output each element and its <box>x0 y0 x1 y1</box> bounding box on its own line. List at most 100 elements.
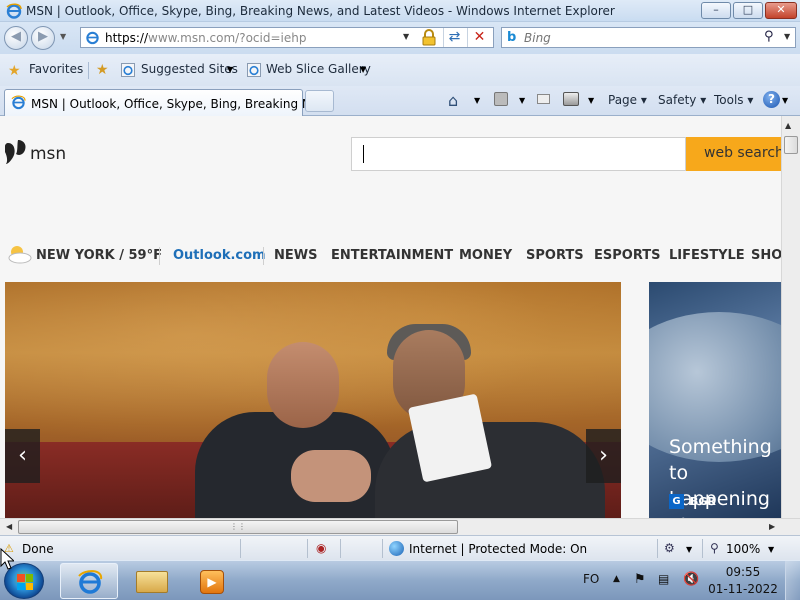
url-scheme: https:// <box>105 31 149 45</box>
taskbar-windows-explorer[interactable] <box>124 563 180 599</box>
tools-menu[interactable]: Tools ▾ <box>714 93 753 107</box>
show-hidden-icons-icon[interactable]: ▲ <box>613 574 620 584</box>
vertical-scrollbar[interactable]: ▲ <box>781 116 800 518</box>
suggested-sites-link[interactable]: Suggested Sites <box>141 62 238 76</box>
page-menu[interactable]: Page ▾ <box>608 93 647 107</box>
refresh-icon[interactable]: ⇄ <box>443 28 465 47</box>
network-icon[interactable]: ▤ <box>658 572 669 586</box>
web-slice-gallery-dropdown-icon[interactable]: ▼ <box>360 65 366 74</box>
scroll-left-icon[interactable]: ◀ <box>6 522 12 531</box>
home-dropdown-icon[interactable]: ▼ <box>474 96 480 105</box>
horizontal-scrollbar[interactable]: ◀ ⋮⋮ ▶ <box>0 518 800 535</box>
show-desktop-button[interactable] <box>785 561 800 600</box>
hero-image[interactable] <box>5 282 621 518</box>
print-icon[interactable] <box>563 92 579 106</box>
close-button[interactable]: ✕ <box>765 2 797 19</box>
carousel-next-button[interactable]: › <box>586 429 621 483</box>
bing-icon: b <box>507 30 517 45</box>
bing-search-box[interactable]: b ⚲ ▼ <box>501 27 796 48</box>
address-url[interactable]: https://www.msn.com/?ocid=iehp <box>105 31 306 45</box>
status-settings-dropdown-icon[interactable]: ▼ <box>686 545 692 554</box>
web-content: msn web search NEW YORK / 59°F Outlook.c… <box>0 116 781 518</box>
nav-separator <box>263 247 264 265</box>
nav-entertainment[interactable]: ENTERTAINMENT <box>331 248 453 263</box>
weather-location[interactable]: NEW YORK / 59°F <box>36 248 162 263</box>
home-icon[interactable]: ⌂ <box>448 91 458 110</box>
zoom-level[interactable]: 100% <box>726 542 760 556</box>
zoom-dropdown-icon[interactable]: ▼ <box>768 545 774 554</box>
nav-lifestyle[interactable]: LIFESTYLE <box>669 248 745 263</box>
nav-esports[interactable]: ESPORTS <box>594 248 660 263</box>
taskbar-internet-explorer[interactable] <box>60 563 118 599</box>
favorites-bar: ★ Favorites ★ Suggested Sites ▼ Web Slic… <box>0 54 800 86</box>
msn-logo-text[interactable]: msn <box>30 144 66 164</box>
feeds-dropdown-icon[interactable]: ▼ <box>519 96 525 105</box>
clock-time[interactable]: 09:55 <box>712 565 774 579</box>
search-options-dropdown-icon[interactable]: ▼ <box>784 32 790 41</box>
clock-date[interactable]: 01-11-2022 <box>708 582 778 596</box>
tab-msn[interactable]: MSN | Outlook, Office, Skype, Bing, Brea… <box>4 89 330 116</box>
security-lock-icon[interactable] <box>421 29 437 46</box>
print-dropdown-icon[interactable]: ▼ <box>588 96 594 105</box>
zoom-icon[interactable]: ⚲ <box>710 541 719 555</box>
help-dropdown-icon[interactable]: ▼ <box>782 96 788 105</box>
address-bar[interactable]: https://www.msn.com/?ocid=iehp ▼ ⇄ ✕ <box>80 27 494 48</box>
feeds-icon[interactable] <box>494 92 508 106</box>
news-card[interactable]: Something to happening at G BGR <box>649 282 781 518</box>
suggested-sites-dropdown-icon[interactable]: ▼ <box>227 65 233 74</box>
status-divider <box>240 539 241 558</box>
privacy-report-icon[interactable]: ◉ <box>316 541 332 555</box>
carousel-prev-button[interactable]: ‹ <box>5 429 40 483</box>
new-tab-button[interactable] <box>305 90 334 112</box>
window-title: MSN | Outlook, Office, Skype, Bing, Brea… <box>26 4 615 18</box>
nav-separator <box>159 247 160 265</box>
web-slice-gallery-link[interactable]: Web Slice Gallery <box>266 62 371 76</box>
url-host: www.msn.com <box>148 31 236 45</box>
card-source: BGR <box>690 495 716 508</box>
minimize-button[interactable]: – <box>701 2 731 19</box>
bing-search-input[interactable] <box>524 30 754 45</box>
add-to-favorites-bar-icon[interactable]: ★ <box>96 62 109 78</box>
status-divider <box>657 539 658 558</box>
maximize-button[interactable]: □ <box>733 2 763 19</box>
read-mail-icon[interactable] <box>537 94 550 104</box>
hero-hands <box>291 450 371 502</box>
language-indicator[interactable]: FO <box>583 572 599 586</box>
address-dropdown-icon[interactable]: ▼ <box>403 32 409 41</box>
safety-menu[interactable]: Safety ▾ <box>658 93 706 107</box>
forward-button[interactable]: ▶ <box>31 26 55 50</box>
nav-money[interactable]: MONEY <box>459 248 512 263</box>
taskbar: ▶ FO ▲ ⚑ ▤ 🔇 09:55 01-11-2022 <box>0 560 800 600</box>
stop-icon[interactable]: ✕ <box>467 28 491 47</box>
scroll-up-icon[interactable]: ▲ <box>785 121 791 130</box>
search-icon[interactable]: ⚲ <box>764 29 774 44</box>
back-button[interactable]: ◀ <box>4 26 28 50</box>
scroll-right-icon[interactable]: ▶ <box>769 522 775 531</box>
nav-shopping[interactable]: SHOI <box>751 248 781 263</box>
msn-butterfly-icon[interactable] <box>5 139 27 165</box>
nav-news[interactable]: NEWS <box>274 248 317 263</box>
nav-outlook-link[interactable]: Outlook.com <box>173 248 266 263</box>
mouse-cursor-icon <box>0 548 14 570</box>
volume-muted-icon[interactable]: 🔇 <box>683 572 699 587</box>
recent-pages-dropdown-icon[interactable]: ▼ <box>60 32 66 41</box>
vertical-scroll-thumb[interactable] <box>784 136 798 154</box>
partly-cloudy-icon[interactable] <box>6 244 32 264</box>
navigation-row: ◀ ▶ ▼ https://www.msn.com/?ocid=iehp ▼ ⇄… <box>0 22 800 54</box>
web-search-button[interactable]: web search <box>686 137 781 171</box>
msn-search-input[interactable] <box>351 137 686 171</box>
taskbar-media-player[interactable]: ▶ <box>184 563 240 599</box>
hero-person-right <box>375 422 605 518</box>
favorites-star-icon[interactable]: ★ <box>8 63 21 79</box>
help-icon[interactable]: ? <box>763 91 780 108</box>
horizontal-scroll-thumb[interactable]: ⋮⋮ <box>18 520 458 534</box>
favorites-button[interactable]: Favorites <box>29 62 83 76</box>
card-headline[interactable]: Something to happening at <box>669 434 781 518</box>
nav-sports[interactable]: SPORTS <box>526 248 584 263</box>
back-arrow-icon: ◀ <box>11 29 21 44</box>
tab-ie-icon <box>11 95 26 110</box>
status-settings-icon[interactable]: ⚙ <box>664 541 675 555</box>
action-center-flag-icon[interactable]: ⚑ <box>634 572 646 587</box>
title-bar: MSN | Outlook, Office, Skype, Bing, Brea… <box>0 0 800 22</box>
security-zone-text[interactable]: Internet | Protected Mode: On <box>409 542 587 556</box>
